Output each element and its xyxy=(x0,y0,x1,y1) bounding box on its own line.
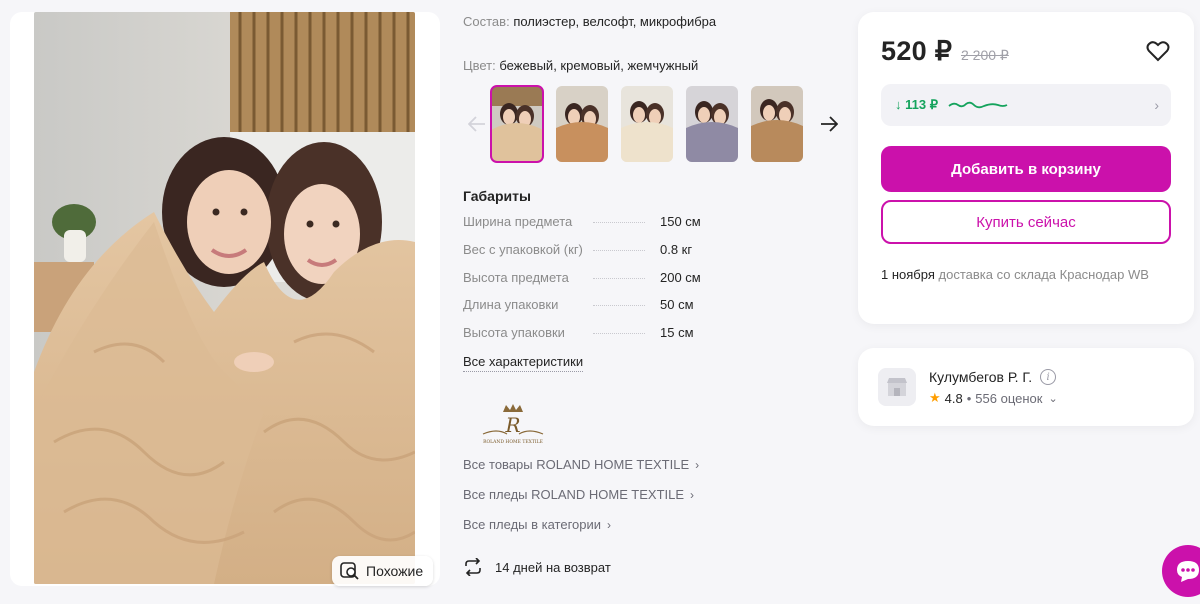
link-label: Все пледы в категории xyxy=(463,517,602,532)
spec-row: Вес с упаковкой (кг) 0.8 кг xyxy=(463,242,763,270)
link-label: Все товары ROLAND HOME TEXTILE xyxy=(463,457,690,472)
brand-logo[interactable]: R ROLAND HOME TEXTILE xyxy=(477,402,549,448)
color-variant-thumb[interactable] xyxy=(751,86,803,162)
spec-leader xyxy=(593,305,645,307)
link-label: Все пледы ROLAND HOME TEXTILE xyxy=(463,487,685,502)
spec-table: Ширина предмета 150 см Вес с упаковкой (… xyxy=(463,214,763,353)
product-page: Похожие Состав: полиэстер, велсофт, микр… xyxy=(0,0,1200,604)
spec-name: Высота упаковки xyxy=(463,325,565,341)
seller-card[interactable]: Кулумбегов Р. Г. i ★ 4.8 • 556 оценок ⌄ xyxy=(858,348,1194,426)
chevron-right-icon: › xyxy=(695,457,700,472)
spec-value: 15 см xyxy=(660,325,694,341)
star-icon: ★ xyxy=(929,390,941,405)
spec-leader xyxy=(593,249,645,251)
delivery-date: 1 ноября xyxy=(881,267,935,282)
chat-button[interactable] xyxy=(1162,545,1200,597)
return-arrows-icon xyxy=(465,558,481,576)
info-icon[interactable]: i xyxy=(1040,369,1057,385)
similar-button[interactable]: Похожие xyxy=(332,556,434,586)
seller-rating-value: 4.8 xyxy=(944,390,963,406)
spec-leader xyxy=(593,222,645,223)
rating-separator: • xyxy=(966,390,972,406)
color-variant-thumb[interactable] xyxy=(686,86,738,162)
similar-label: Похожие xyxy=(366,563,424,579)
chevron-right-icon: › xyxy=(607,517,612,532)
brand-all-products-link[interactable]: Все товары ROLAND HOME TEXTILE › xyxy=(463,457,699,472)
composition-line: Состав: полиэстер, велсофт, микрофибра xyxy=(463,14,716,29)
shop-icon xyxy=(878,368,916,406)
spec-name: Длина упаковки xyxy=(463,297,559,313)
spec-leader xyxy=(593,277,645,279)
spec-row: Ширина предмета 150 см xyxy=(463,214,763,242)
arrow-right-icon[interactable] xyxy=(814,86,844,162)
spec-leader xyxy=(593,333,645,335)
color-variant-thumb[interactable] xyxy=(490,85,544,163)
spec-row: Длина упаковки 50 см xyxy=(463,297,763,325)
spec-name: Высота предмета xyxy=(463,269,569,285)
color-value: бежевый, кремовый, жемчужный xyxy=(499,58,699,73)
buy-box: 520 ₽ 2 200 ₽ ↓ 113 ₽ › Добавить в корзи… xyxy=(858,12,1194,324)
spec-value: 150 см xyxy=(660,214,701,229)
spec-value: 0.8 кг xyxy=(660,241,693,257)
spec-value: 200 см xyxy=(660,269,701,285)
price-trend-sparkline xyxy=(948,101,1008,109)
seller-name[interactable]: Кулумбегов Р. Г. xyxy=(929,369,1032,385)
arrow-left-icon[interactable] xyxy=(463,86,491,162)
delivery-info: 1 ноября доставка со склада Краснодар WB xyxy=(881,265,1171,285)
delivery-text: доставка со склада Краснодар WB xyxy=(938,267,1149,282)
product-main-photo[interactable] xyxy=(34,12,415,584)
current-price: 520 ₽ xyxy=(881,36,953,66)
return-policy: 14 дней на возврат xyxy=(463,558,611,576)
spec-row: Высота предмета 200 см xyxy=(463,270,763,298)
spec-row: Высота упаковки 15 см xyxy=(463,325,763,353)
seller-reviews-count: 556 оценок xyxy=(975,390,1043,406)
spec-name: Ширина предмета xyxy=(463,214,573,229)
similar-search-icon xyxy=(340,562,359,580)
product-gallery: Похожие xyxy=(10,12,440,586)
color-label: Цвет: xyxy=(463,58,496,73)
color-line: Цвет: бежевый, кремовый, жемчужный xyxy=(463,58,698,73)
chevron-right-icon: › xyxy=(690,487,695,502)
all-characteristics-link[interactable]: Все характеристики xyxy=(463,354,584,372)
chat-icon xyxy=(1177,561,1199,582)
buy-now-button[interactable]: Купить сейчас xyxy=(881,200,1171,244)
old-price: 2 200 ₽ xyxy=(961,47,1009,63)
svg-text:ROLAND HOME TEXTILE: ROLAND HOME TEXTILE xyxy=(483,439,543,445)
spec-value: 50 см xyxy=(660,297,694,313)
color-variants xyxy=(463,85,844,163)
seller-name-line: Кулумбегов Р. Г. i xyxy=(929,369,1057,385)
brand-all-blankets-link[interactable]: Все пледы ROLAND HOME TEXTILE › xyxy=(463,487,694,502)
price-drop-value: ↓ 113 ₽ xyxy=(895,97,938,112)
add-to-cart-button[interactable]: Добавить в корзину xyxy=(881,146,1171,192)
spec-name: Вес с упаковкой (кг) xyxy=(463,241,583,257)
heart-icon[interactable] xyxy=(1146,40,1170,62)
composition-value: полиэстер, велсофт, микрофибра xyxy=(513,14,717,29)
color-variant-thumb[interactable] xyxy=(621,86,673,162)
price-history-button[interactable]: ↓ 113 ₽ › xyxy=(881,84,1171,126)
product-details: Состав: полиэстер, велсофт, микрофибра Ц… xyxy=(463,0,843,604)
composition-label: Состав: xyxy=(463,14,510,29)
chevron-right-icon: › xyxy=(1154,97,1159,113)
seller-rating[interactable]: ★ 4.8 • 556 оценок ⌄ xyxy=(929,390,1058,406)
return-policy-text: 14 дней на возврат xyxy=(495,559,611,575)
dimensions-title: Габариты xyxy=(463,188,531,204)
chevron-down-icon: ⌄ xyxy=(1048,392,1058,405)
category-blankets-link[interactable]: Все пледы в категории › xyxy=(463,517,611,532)
color-variant-thumb[interactable] xyxy=(556,86,608,162)
